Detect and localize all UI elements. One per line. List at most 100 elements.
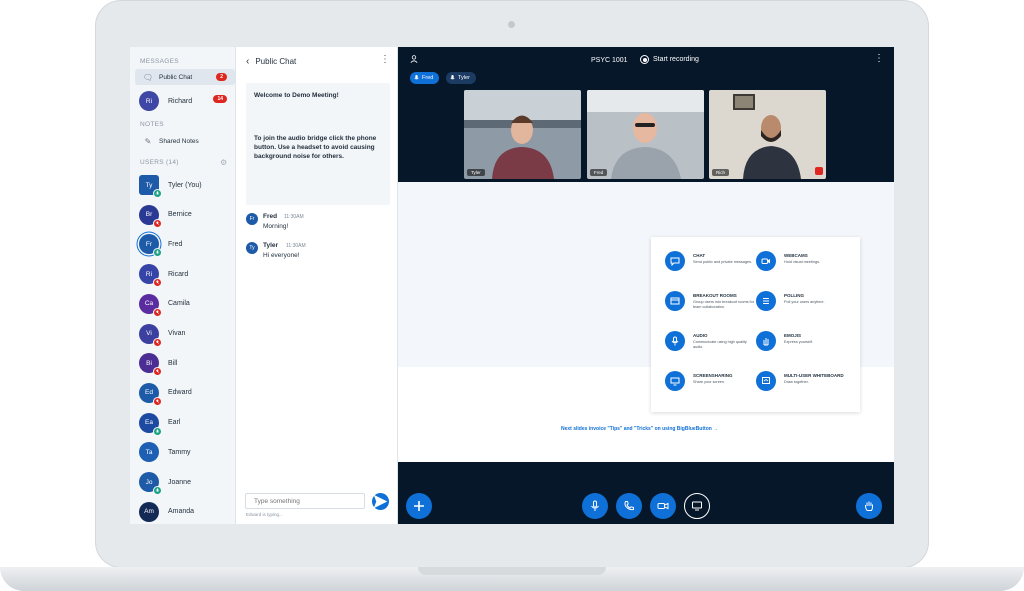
muted-mic-icon: [815, 167, 823, 175]
feature-title: WEBCAMS: [784, 253, 808, 258]
feature-desc: Group users into breakout rooms for team…: [693, 300, 754, 309]
laptop-notch: [418, 567, 606, 575]
avatar: Ty: [139, 175, 162, 198]
user-name: Bill: [168, 359, 178, 367]
user-name: Vivan: [168, 330, 186, 337]
screenshare-button[interactable]: [684, 493, 710, 519]
record-label: Start recording: [653, 56, 699, 63]
chat-message-input[interactable]: [245, 493, 365, 509]
user-name: Fred: [168, 240, 183, 248]
user-list-item[interactable]: Br Bernice: [139, 204, 235, 228]
actions-plus-button[interactable]: [406, 493, 432, 519]
video-tile-tyler[interactable]: Tyler: [464, 90, 581, 179]
user-list-item[interactable]: Ty Tyler (You): [139, 174, 235, 198]
chat-panel: ‹ Public Chat ⋮ Welcome to Demo Meeting!…: [236, 47, 398, 524]
microphone-icon: [665, 331, 685, 351]
user-list-panel: MESSAGES 🗨 Public Chat 2 Ri Richard 14 N…: [130, 47, 236, 524]
user-name: Camila: [168, 300, 190, 308]
avatar: Ta: [139, 442, 159, 463]
user-name: Amanda: [168, 508, 195, 516]
screen-icon: [692, 501, 702, 511]
plus-icon: [414, 501, 424, 511]
user-name: Bernice: [168, 211, 192, 219]
users-title: USERS (14): [140, 159, 179, 166]
sidebar-item-richard[interactable]: Ri Richard 14: [139, 90, 235, 112]
tile-label: Rich: [712, 169, 730, 176]
avatar: Fr: [139, 234, 162, 258]
feature-polling: POLLING Poll your users anytime.: [756, 291, 851, 323]
avatar: Fr: [246, 213, 258, 225]
breakout-icon: [665, 291, 685, 311]
feature-desc: Communicate using high quality audio.: [693, 340, 747, 349]
user-list-item[interactable]: Vi Vivan: [139, 323, 235, 347]
start-recording-button[interactable]: Start recording: [640, 55, 699, 64]
video-tile-rich[interactable]: Rich: [709, 90, 826, 179]
webcam-feed: [709, 90, 826, 179]
user-name: Joanne: [168, 478, 191, 486]
back-chevron-icon[interactable]: ‹: [246, 56, 249, 67]
chat-title: Public Chat: [255, 56, 297, 66]
feature-desc: Express yourself.: [784, 340, 814, 344]
sidebar-item-public-chat[interactable]: 🗨 Public Chat 2: [135, 69, 235, 85]
user-list-item[interactable]: Ea Earl: [139, 412, 235, 436]
pencil-icon: ✎: [144, 136, 152, 146]
user-list-item[interactable]: Ri Ricard: [139, 263, 235, 288]
user-name: Earl: [168, 419, 181, 427]
raise-hand-button[interactable]: [856, 493, 882, 519]
mic-muted-icon: [153, 367, 162, 377]
sidebar-item-shared-notes[interactable]: ✎ Shared Notes: [135, 133, 235, 149]
feature-title: BREAKOUT ROOMS: [693, 293, 737, 298]
feature-desc: Hold visual meetings.: [784, 260, 821, 264]
public-chat-label: Public Chat: [159, 73, 193, 81]
talking-indicator-tyler[interactable]: Tyler: [446, 72, 476, 84]
chat-bubble-icon: 🗨: [142, 72, 154, 82]
user-icon[interactable]: [410, 55, 418, 63]
video-tile-fred[interactable]: Fred: [587, 90, 704, 179]
avatar: Bi: [139, 353, 162, 377]
next-slides-link[interactable]: Next slides invoice "Tips" and "Tricks" …: [561, 426, 718, 432]
mute-button[interactable]: [582, 493, 608, 519]
avatar: Ca: [139, 293, 162, 317]
welcome-line2: To join the audio bridge click the phone…: [254, 135, 377, 160]
user-list-item[interactable]: Jo Joanne: [139, 471, 235, 495]
user-list-item[interactable]: Bi Bill: [139, 352, 235, 377]
feature-title: MULTI-USER WHITEBOARD: [784, 373, 844, 378]
feature-desc: Send public and private messages.: [693, 260, 753, 264]
user-name: Edward: [168, 389, 192, 397]
feature-breakout-rooms: BREAKOUT ROOMS Group users into breakout…: [665, 291, 760, 323]
feature-title: EMOJIS: [784, 333, 802, 338]
whiteboard-icon: [756, 371, 776, 391]
avatar: Br: [139, 204, 162, 228]
user-list-item[interactable]: Ed Edward: [139, 382, 235, 406]
presentation-slide[interactable]: CHAT Send public and private messages. W…: [398, 182, 894, 462]
chat-options-icon[interactable]: ⋮: [380, 55, 390, 65]
feature-whiteboard: MULTI-USER WHITEBOARD Draw together.: [756, 371, 851, 403]
phone-icon: [624, 501, 634, 511]
chat-message: Fr Fred 11:30AM Morning!: [246, 213, 394, 237]
record-icon: [640, 55, 649, 64]
screen-icon: [665, 371, 685, 391]
user-list-item[interactable]: Ca Camila: [139, 293, 235, 317]
mic-muted-icon: [153, 396, 162, 406]
user-list-item[interactable]: Fr Fred: [139, 233, 235, 258]
send-button[interactable]: [372, 493, 389, 510]
user-name: Tyler (You): [168, 181, 202, 189]
options-menu-icon[interactable]: ⋮: [874, 54, 884, 64]
webcam-feed: [587, 90, 704, 179]
feature-webcams: WEBCAMS Hold visual meetings.: [756, 251, 851, 283]
feature-title: POLLING: [784, 293, 804, 298]
feature-screensharing: SCREENSHARING Share your screen.: [665, 371, 760, 403]
message-text: Hi everyone!: [263, 252, 300, 259]
webcam-button[interactable]: [650, 493, 676, 519]
webcam-icon: [756, 251, 776, 271]
user-list-item[interactable]: Am Amanda: [139, 501, 235, 523]
feature-title: CHAT: [693, 253, 706, 258]
phone-button[interactable]: [616, 493, 642, 519]
feature-desc: Share your screen.: [693, 380, 726, 384]
avatar: Ri: [139, 264, 162, 288]
talking-indicator-fred[interactable]: Fred: [410, 72, 440, 84]
user-list-item[interactable]: Ta Tammy: [139, 441, 235, 463]
talker-name: Fred: [422, 75, 434, 81]
mic-icon: [450, 75, 455, 80]
gear-icon[interactable]: ⚙: [220, 158, 227, 167]
